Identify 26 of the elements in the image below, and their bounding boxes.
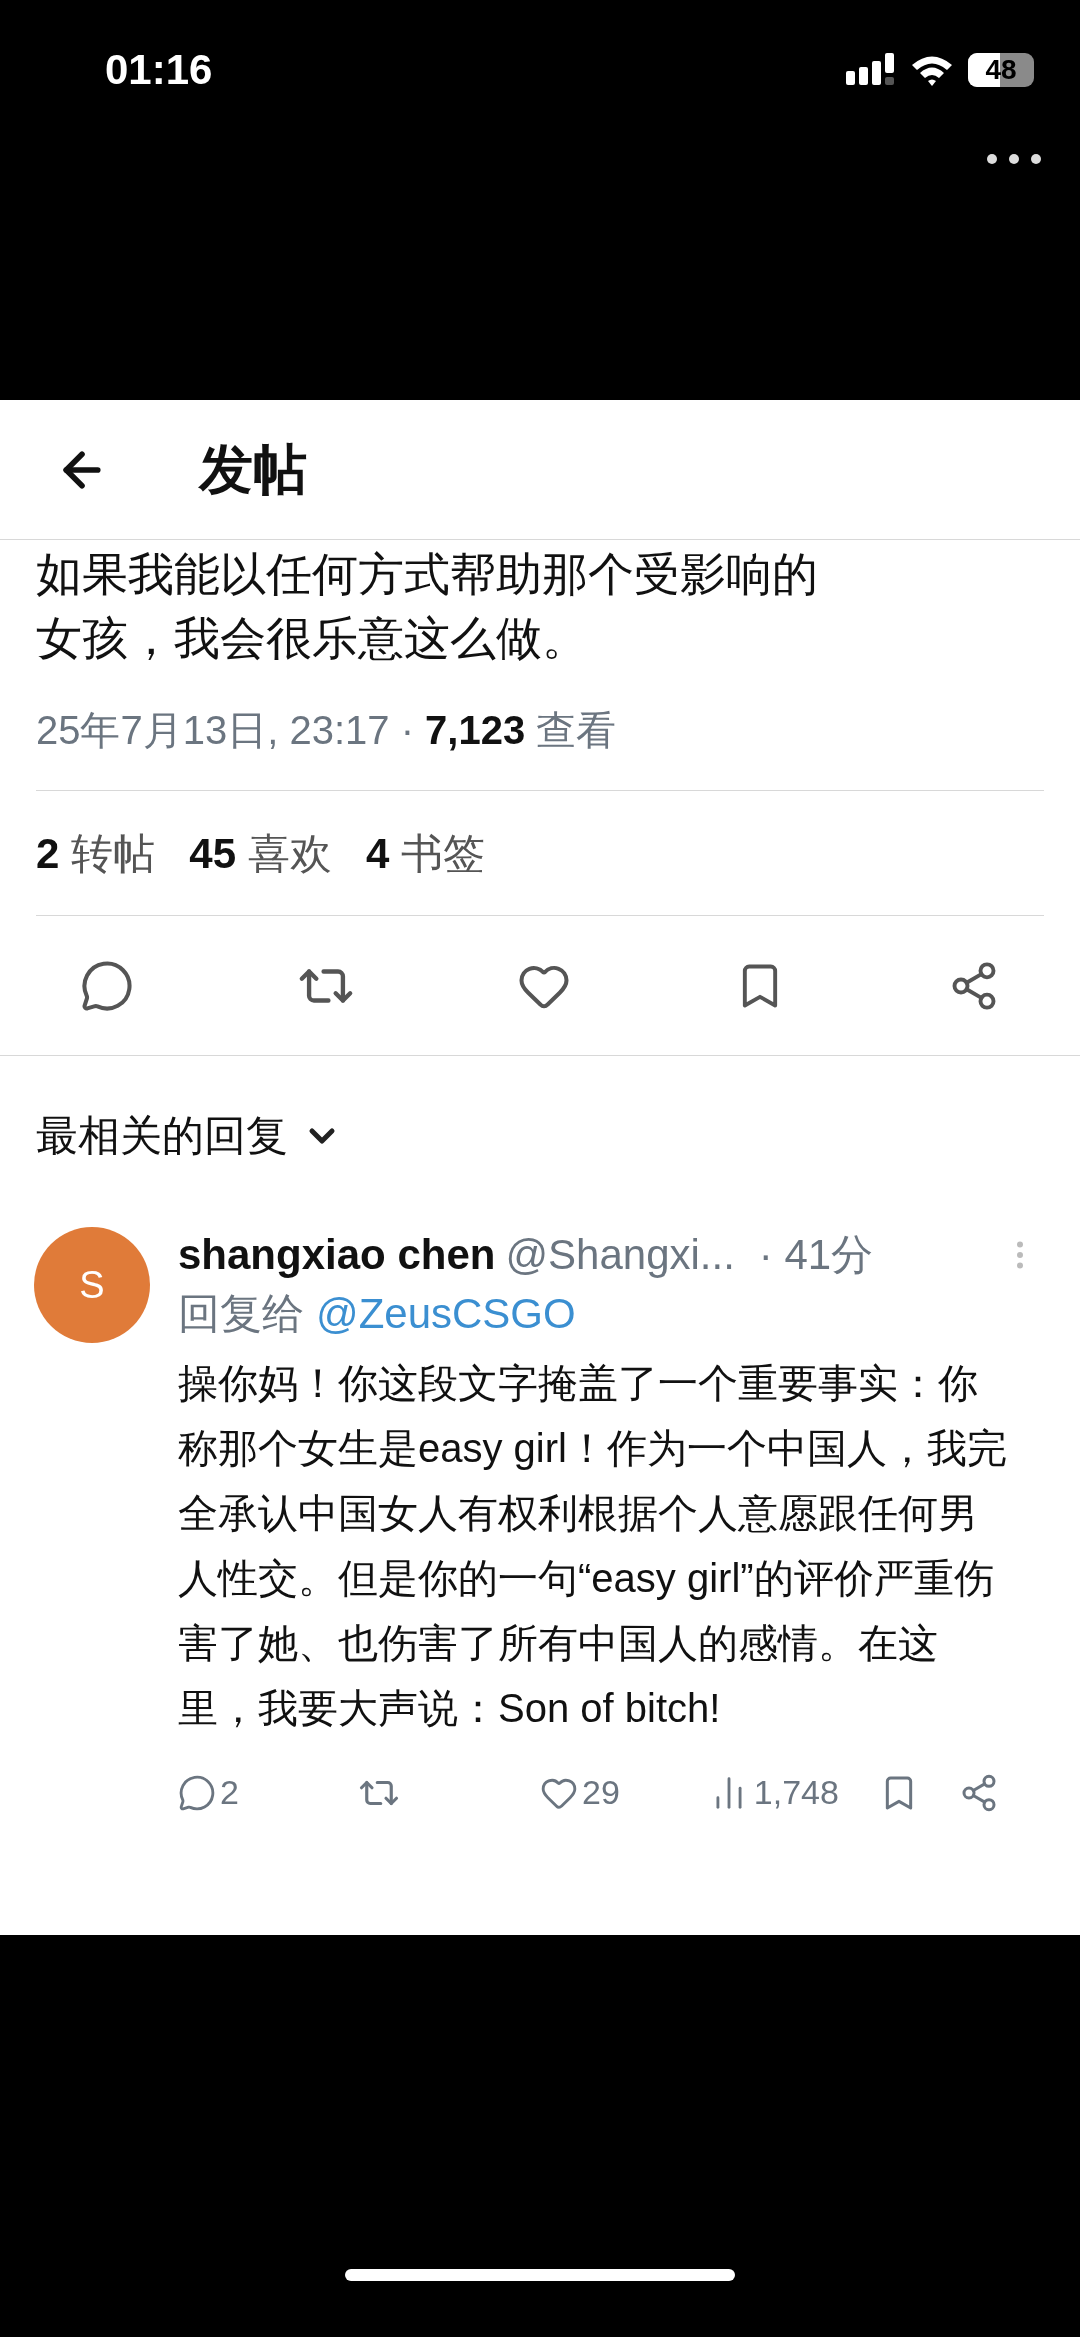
stat-count: 45 — [189, 828, 237, 879]
stat-label: 书签 — [401, 828, 486, 879]
view-label: 查看 — [535, 708, 617, 752]
reply-handle: @Shangxi... — [505, 1230, 735, 1280]
post-date: 25年7月13日, 23:17 · — [36, 708, 415, 752]
more-icon[interactable] — [986, 153, 1042, 165]
stat-label: 转帖 — [71, 828, 156, 879]
views-count: 1,748 — [753, 1772, 839, 1813]
post-text: 女孩，我会很乐意这么做。 — [36, 611, 589, 666]
page-title: 发帖 — [199, 438, 307, 501]
reply-time: · 41分 — [758, 1230, 874, 1280]
view-count: 7,123 — [425, 708, 526, 752]
reply-author[interactable]: shangxiao chen — [178, 1227, 496, 1283]
like-count: 29 — [582, 1772, 620, 1813]
reply-count: 2 — [220, 1772, 239, 1813]
reply-text: 操你妈！你这段文字掩盖了一个重要事实：你称那个女生是easy girl！作为一个中国人，我完全承认中国女人有权利根据个人意愿跟任何男人性交。但是你的一句“easy girl”的评价严重伤害了她、也伤害了所有中国人的感情。在这里，我要大声说：Son of bitch! — [178, 1360, 1008, 1732]
stat-count: 4 — [366, 828, 390, 879]
post-text: 如果我能以任何方式帮助那个受影响的 — [36, 547, 819, 602]
sort-label[interactable]: 最相关的回复 — [36, 1104, 288, 1167]
stat-count: 2 — [36, 828, 60, 879]
reply-to-label: 回复给 — [178, 1289, 304, 1339]
reply-icon[interactable] — [80, 958, 134, 1013]
stat-label: 喜欢 — [248, 828, 333, 879]
signal-icon — [846, 52, 896, 87]
status-time: 01:16 — [105, 45, 213, 95]
reply-icon[interactable] — [178, 1773, 216, 1812]
